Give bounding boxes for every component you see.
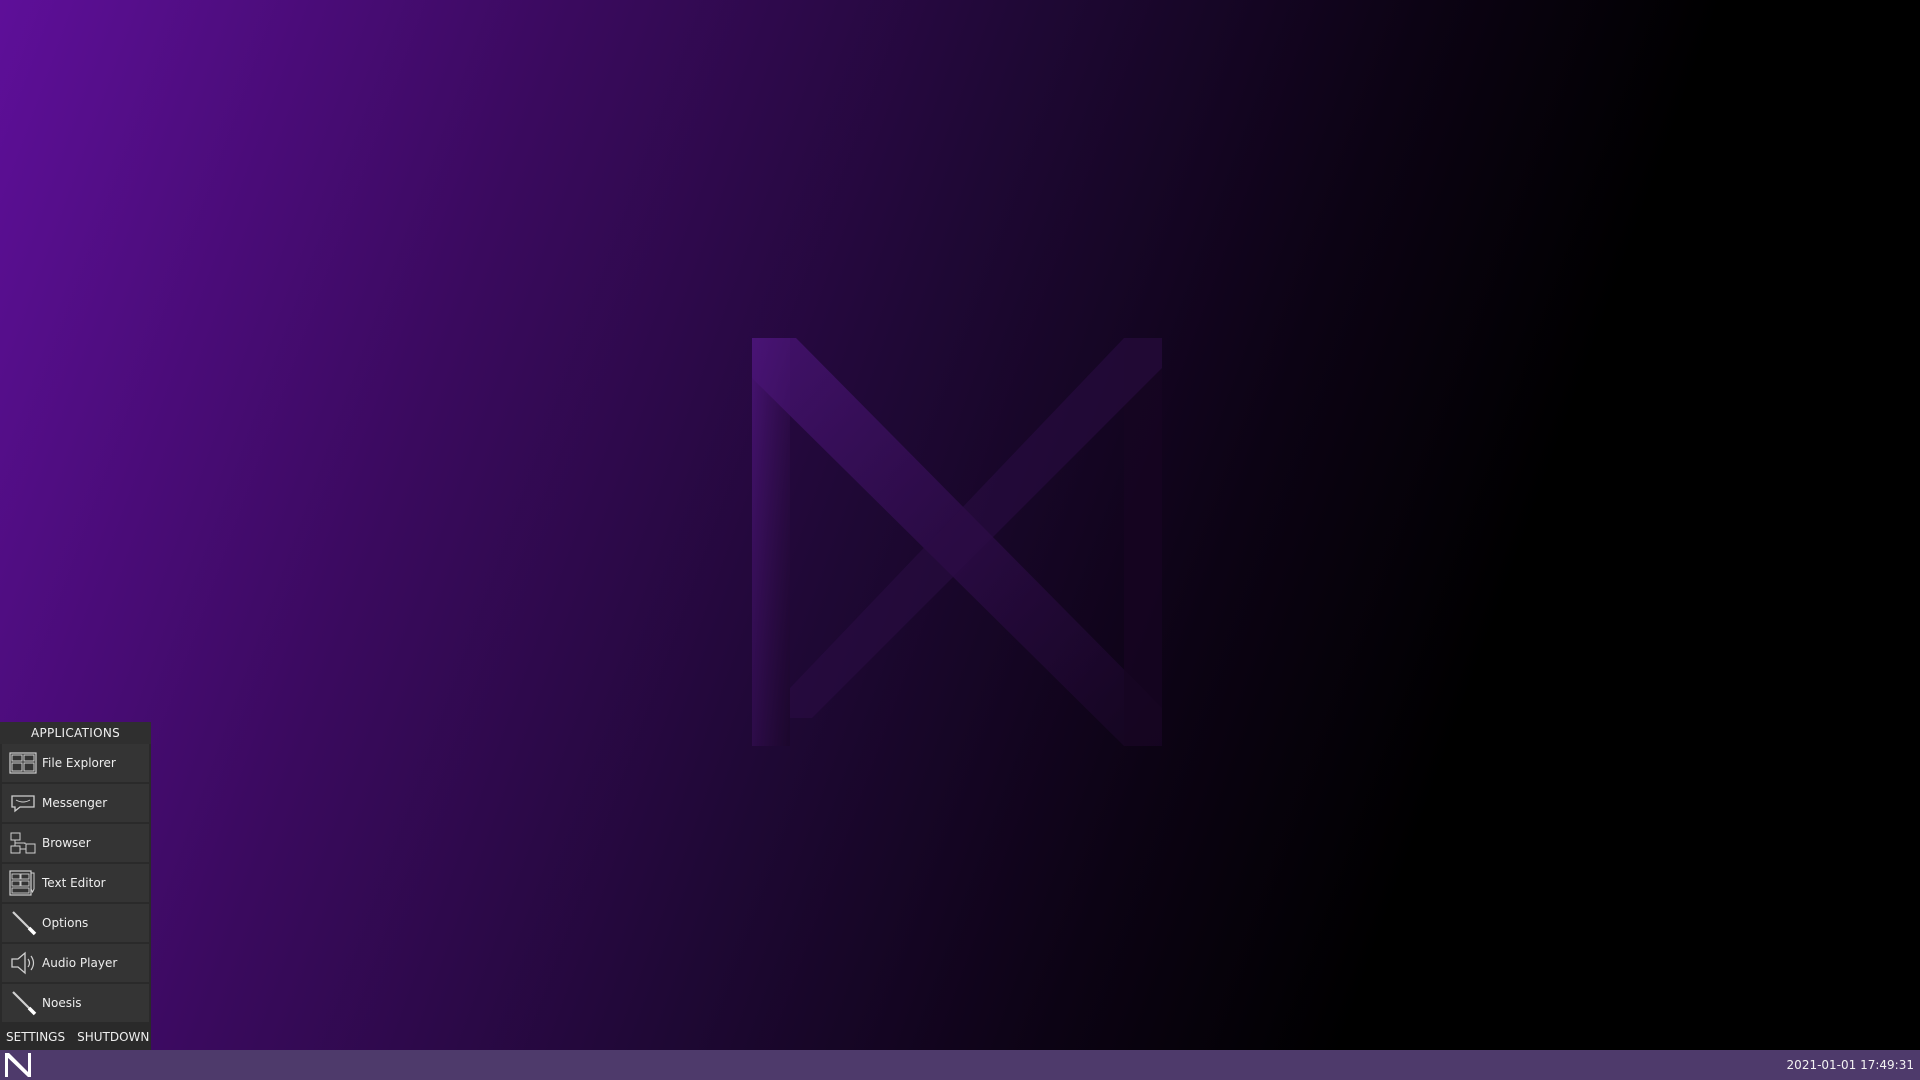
wallpaper-logo: [752, 338, 1162, 746]
settings-button[interactable]: SETTINGS: [0, 1028, 71, 1046]
app-label: Messenger: [42, 796, 108, 810]
desktop: [0, 0, 1920, 1050]
app-list: File Explorer Messenger Browser Text Edi…: [0, 744, 151, 1022]
app-label: Audio Player: [42, 956, 118, 970]
messenger-icon: [8, 788, 38, 818]
text-editor-icon: [8, 868, 38, 898]
start-menu-footer: SETTINGS SHUTDOWN: [0, 1024, 151, 1050]
shutdown-button[interactable]: SHUTDOWN: [71, 1028, 155, 1046]
options-icon: [8, 908, 38, 938]
app-label: Text Editor: [42, 876, 106, 890]
browser-icon: [8, 828, 38, 858]
app-label: Noesis: [42, 996, 82, 1010]
audio-player-icon: [8, 948, 38, 978]
app-item-options[interactable]: Options: [2, 904, 149, 942]
app-item-file-explorer[interactable]: File Explorer: [2, 744, 149, 782]
app-item-text-editor[interactable]: Text Editor: [2, 864, 149, 902]
start-menu: APPLICATIONS File Explorer Messenger Bro…: [0, 722, 151, 1050]
app-item-browser[interactable]: Browser: [2, 824, 149, 862]
taskbar: 2021-01-01 17:49:31: [0, 1050, 1920, 1080]
app-item-messenger[interactable]: Messenger: [2, 784, 149, 822]
app-item-audio-player[interactable]: Audio Player: [2, 944, 149, 982]
app-item-noesis[interactable]: Noesis: [2, 984, 149, 1022]
taskbar-clock[interactable]: 2021-01-01 17:49:31: [1787, 1050, 1914, 1080]
start-menu-header: APPLICATIONS: [0, 722, 151, 744]
app-label: Browser: [42, 836, 91, 850]
app-label: Options: [42, 916, 89, 930]
n-logo-icon: [5, 1053, 31, 1077]
file-explorer-icon: [8, 748, 38, 778]
app-label: File Explorer: [42, 756, 116, 770]
noesis-icon: [8, 988, 38, 1018]
start-button[interactable]: [0, 1050, 36, 1080]
